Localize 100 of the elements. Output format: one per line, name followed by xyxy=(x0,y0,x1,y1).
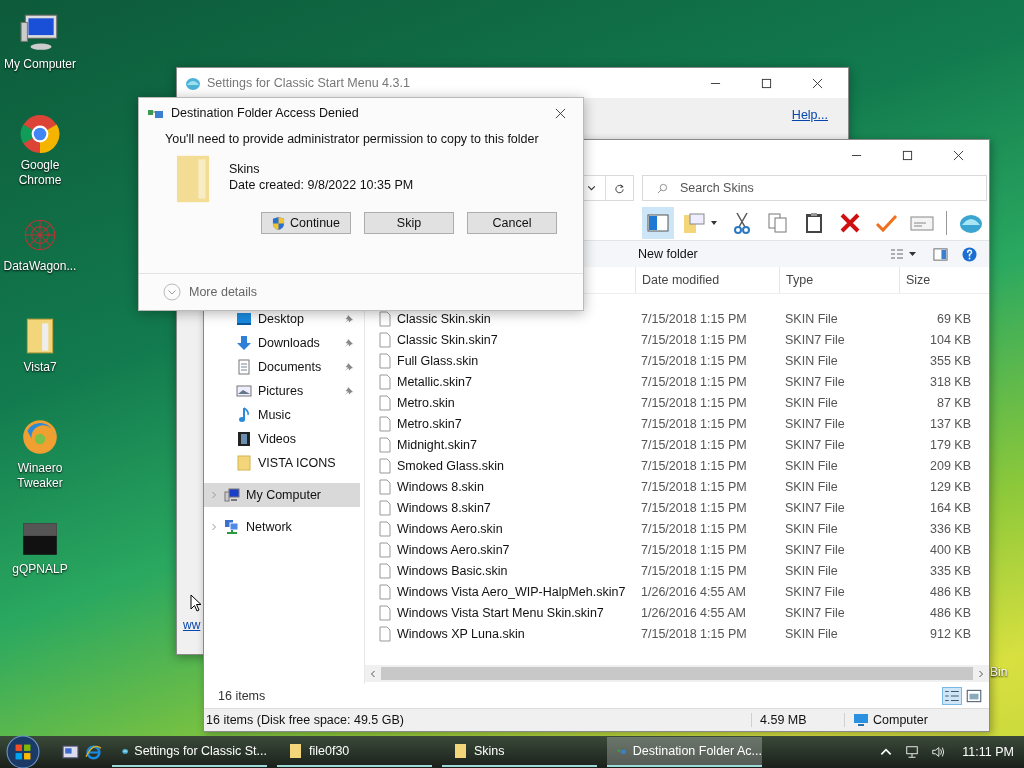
file-name[interactable]: Windows Vista Start Menu Skin.skin7 xyxy=(397,605,604,620)
type-cell-text: SKIN7 File xyxy=(784,500,846,515)
file-name[interactable]: Metro.skin xyxy=(397,395,455,410)
file-name[interactable]: Metro.skin7 xyxy=(397,416,462,431)
volume-icon[interactable] xyxy=(931,745,946,759)
size-cell-text: 335 KB xyxy=(929,563,971,578)
pin-icon[interactable] xyxy=(344,386,354,396)
file-name[interactable]: Windows 8.skin xyxy=(397,479,484,494)
taskbar-button[interactable]: Settings for Classic St... xyxy=(112,737,267,767)
date-cell-text: 7/15/2018 1:15 PM xyxy=(640,437,748,452)
help-icon[interactable] xyxy=(962,246,977,262)
start-button-icon[interactable] xyxy=(6,735,40,768)
size-cell-text: 209 KB xyxy=(929,458,971,473)
file-icon xyxy=(379,373,391,390)
date-cell-text: 1/26/2016 4:55 AM xyxy=(640,605,747,620)
file-icon xyxy=(379,352,391,369)
type-cell-text: SKIN7 File xyxy=(784,584,846,599)
pin-icon[interactable] xyxy=(344,338,354,348)
taskbar-button[interactable]: Destination Folder Ac... xyxy=(607,737,762,767)
file-icon xyxy=(379,436,391,453)
film-icon xyxy=(236,431,252,447)
date-cell-text: 7/15/2018 1:15 PM xyxy=(640,332,748,347)
file-icon xyxy=(379,583,391,600)
taskbar-button[interactable]: Skins xyxy=(442,737,597,767)
file-name[interactable]: Metallic.skin7 xyxy=(397,374,473,389)
show-desktop-icon[interactable] xyxy=(62,743,79,761)
dialog-button[interactable]: Cancel xyxy=(467,212,557,234)
nav-item[interactable]: Downloads xyxy=(204,331,364,355)
file-name[interactable]: Windows Aero.skin7 xyxy=(397,542,510,557)
size-cell-text: 355 KB xyxy=(929,353,971,368)
size-cell-text: 486 KB xyxy=(929,605,971,620)
refresh-icon[interactable] xyxy=(614,182,625,194)
picture-icon xyxy=(236,383,252,399)
nav-item[interactable]: Pictures xyxy=(204,379,364,403)
date-cell-text: 1/26/2016 4:55 AM xyxy=(640,584,747,599)
file-name[interactable]: Windows 8.skin7 xyxy=(397,500,491,515)
website-link[interactable]: ww xyxy=(183,618,201,632)
file-name[interactable]: Classic Skin.skin7 xyxy=(397,332,498,347)
date-cell-text: 7/15/2018 1:15 PM xyxy=(640,416,748,431)
tree-item[interactable]: Network xyxy=(204,515,360,539)
network-icon[interactable] xyxy=(905,745,920,759)
pin-icon[interactable] xyxy=(344,314,354,324)
close-icon[interactable] xyxy=(555,107,566,119)
folder-icon xyxy=(175,154,211,204)
continue-button[interactable]: Continue xyxy=(261,212,351,234)
nav-item[interactable]: Music xyxy=(204,403,364,427)
tree-item[interactable]: My Computer xyxy=(204,483,360,507)
pin-icon[interactable] xyxy=(344,362,354,372)
nav-item[interactable]: VISTA ICONS xyxy=(204,451,364,475)
file-name[interactable]: Full Glass.skin xyxy=(397,353,479,368)
taskbar-button[interactable]: file0f30 xyxy=(277,737,432,767)
desktop-icon-label[interactable]: Google Chrome xyxy=(1,158,79,188)
file-name[interactable]: Classic Skin.skin xyxy=(397,311,491,326)
file-name[interactable]: Windows Aero.skin xyxy=(397,521,503,536)
help-link[interactable]: Help... xyxy=(791,108,828,122)
file-name[interactable]: Windows XP Luna.skin xyxy=(397,626,525,641)
close-icon[interactable] xyxy=(812,77,823,89)
nav-item[interactable]: Videos xyxy=(204,427,364,451)
size-cell-text: 336 KB xyxy=(929,521,971,536)
column-header[interactable]: Type xyxy=(779,267,899,293)
type-cell-text: SKIN7 File xyxy=(784,437,846,452)
horizontal-scrollbar[interactable] xyxy=(365,665,989,682)
search-icon xyxy=(657,182,668,194)
browser-icon[interactable] xyxy=(19,113,61,155)
more-details-link[interactable]: More details xyxy=(189,285,258,299)
shell-icon xyxy=(185,75,201,91)
desktop-icon-label[interactable]: DataWagon... xyxy=(3,259,77,274)
size-cell-text: 179 KB xyxy=(929,437,971,452)
file-name[interactable]: Windows Vista Aero_WIP-HalpMeh.skin7 xyxy=(397,584,626,599)
dialog-title: Destination Folder Access Denied xyxy=(171,106,359,120)
maximize-icon[interactable] xyxy=(902,149,913,161)
desktop-icon-label[interactable]: My Computer xyxy=(4,57,76,72)
new-folder-button[interactable]: New folder xyxy=(634,245,702,263)
date-cell-text: 7/15/2018 1:15 PM xyxy=(640,479,748,494)
search-field[interactable]: Search Skins xyxy=(642,175,987,201)
dialog-button[interactable]: Skip xyxy=(364,212,454,234)
size-cell-text: 87 KB xyxy=(935,395,971,410)
file-name[interactable]: Smoked Glass.skin xyxy=(397,458,504,473)
nav-item[interactable]: Desktop xyxy=(204,307,364,331)
file-name[interactable]: Windows Basic.skin xyxy=(397,563,508,578)
thumbnail-view-icon[interactable] xyxy=(965,688,983,704)
desktop-icon-label[interactable]: Winaero Tweaker xyxy=(1,461,79,491)
browser-icon[interactable] xyxy=(85,743,102,761)
caret-icon[interactable] xyxy=(710,219,718,227)
file-name[interactable]: Midnight.skin7 xyxy=(397,437,477,452)
desktop-icon-label[interactable]: Vista7 xyxy=(23,360,57,375)
column-header[interactable]: Size xyxy=(899,267,975,293)
type-cell-text: SKIN File xyxy=(784,563,839,578)
preview-pane-icon[interactable] xyxy=(933,246,948,262)
details-view-icon[interactable] xyxy=(943,688,961,704)
column-header[interactable]: Date modified xyxy=(635,267,779,293)
close-icon[interactable] xyxy=(953,149,964,161)
clock[interactable]: 11:11 PM xyxy=(962,745,1014,759)
size-cell-text: 137 KB xyxy=(929,416,971,431)
scrollbar-thumb[interactable] xyxy=(381,667,973,680)
maximize-icon[interactable] xyxy=(761,77,772,89)
music-note-icon xyxy=(236,407,252,423)
delete-icon[interactable] xyxy=(838,211,862,235)
nav-item[interactable]: Documents xyxy=(204,355,364,379)
search-input[interactable]: Search Skins xyxy=(678,180,986,196)
